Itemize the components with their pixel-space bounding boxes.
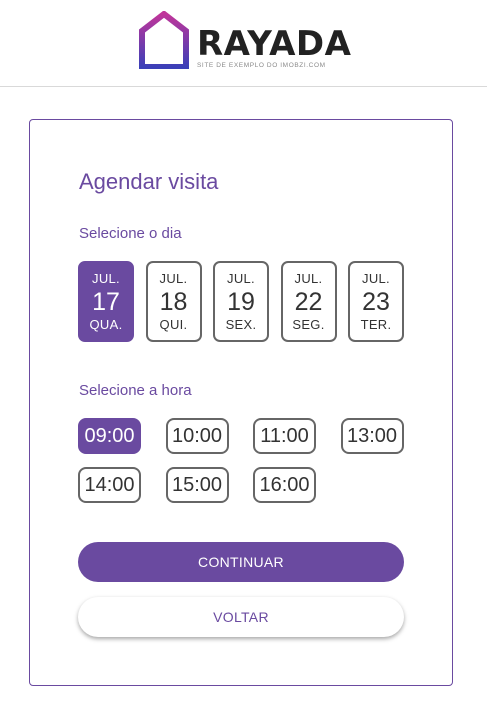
day-month: JUL. [227, 270, 255, 286]
day-picker: JUL. 17 QUA. JUL. 18 QUI. JUL. 19 SEX. J… [78, 261, 404, 342]
hour-option[interactable]: 16:00 [253, 467, 316, 503]
brand-name: RAYADA [197, 24, 352, 64]
select-hour-label: Selecione a hora [79, 382, 192, 399]
day-number: 23 [362, 287, 390, 316]
brand-logo[interactable]: RAYADA SITE DE EXEMPLO DO IMOBZI.COM [139, 11, 351, 71]
hour-option[interactable]: 15:00 [165, 467, 229, 503]
back-button[interactable]: VOLTAR [78, 597, 404, 637]
schedule-visit-card: Agendar visita Selecione o dia JUL. 17 Q… [29, 119, 453, 686]
day-weekday: TER. [360, 316, 392, 332]
site-header: RAYADA SITE DE EXEMPLO DO IMOBZI.COM [0, 0, 487, 87]
day-weekday: QUI. [159, 316, 188, 332]
day-option[interactable]: JUL. 22 SEG. [280, 261, 337, 342]
day-number: 17 [92, 287, 120, 316]
day-number: 18 [159, 287, 188, 316]
brand-tagline: SITE DE EXEMPLO DO IMOBZI.COM [197, 62, 326, 69]
select-day-label: Selecione o dia [79, 225, 182, 242]
day-month: JUL. [92, 270, 120, 286]
hour-option[interactable]: 09:00 [78, 418, 141, 454]
day-weekday: SEX. [225, 316, 257, 332]
day-weekday: SEG. [292, 316, 325, 332]
day-option[interactable]: JUL. 18 QUI. [145, 261, 202, 342]
day-option[interactable]: JUL. 19 SEX. [213, 261, 269, 342]
day-number: 22 [294, 287, 323, 316]
hour-option[interactable]: 11:00 [253, 418, 316, 454]
hour-option[interactable]: 13:00 [340, 418, 404, 454]
day-month: JUL. [159, 270, 188, 286]
day-month: JUL. [362, 270, 390, 286]
day-option[interactable]: JUL. 17 QUA. [78, 261, 134, 342]
house-logo-icon [139, 11, 189, 69]
hour-option[interactable]: 10:00 [165, 418, 229, 454]
day-month: JUL. [294, 270, 323, 286]
day-weekday: QUA. [89, 316, 123, 332]
continue-button[interactable]: CONTINUAR [78, 542, 404, 582]
page-title: Agendar visita [79, 169, 219, 194]
hour-picker: 09:00 10:00 11:00 13:00 14:00 15:00 16:0… [78, 418, 418, 503]
day-number: 19 [227, 287, 255, 316]
brand-text: RAYADA SITE DE EXEMPLO DO IMOBZI.COM [197, 11, 351, 70]
hour-option[interactable]: 14:00 [78, 467, 141, 503]
day-option[interactable]: JUL. 23 TER. [348, 261, 404, 342]
